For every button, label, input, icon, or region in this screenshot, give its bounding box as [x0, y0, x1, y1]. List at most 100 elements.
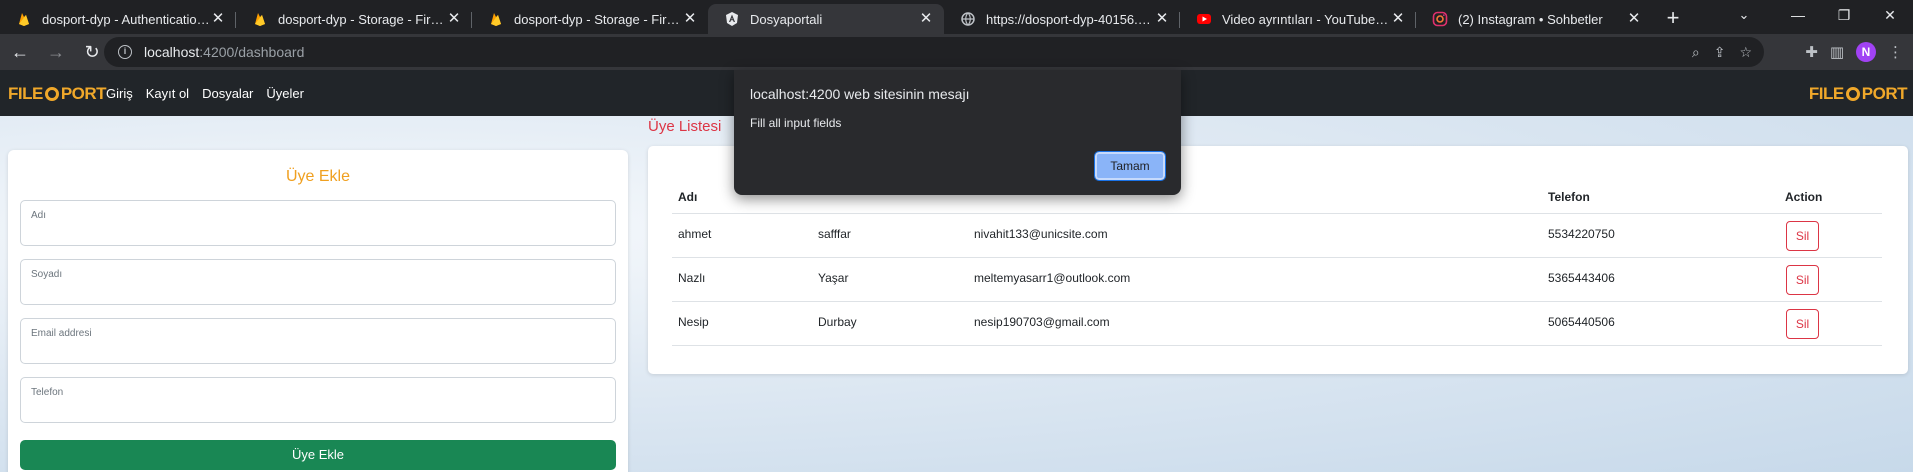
- angular-icon: [726, 12, 738, 26]
- tab-strip: dosport-dyp - Authentication - F ✕ dospo…: [0, 0, 1913, 34]
- close-icon[interactable]: ✕: [1390, 11, 1406, 27]
- phone-input-label: Telefon: [31, 387, 64, 398]
- table-row: Nesip Durbay nesip190703@gmail.com 50654…: [672, 302, 1882, 346]
- toolbar-right: ✚ ▥ N ⋮: [1805, 34, 1913, 70]
- email-input[interactable]: Email addresi: [20, 318, 616, 364]
- globe-icon: [961, 12, 975, 26]
- cell-email: nesip190703@gmail.com: [974, 315, 1110, 329]
- name-input[interactable]: Adı: [20, 200, 616, 246]
- alert-dialog: localhost:4200 web sitesinin mesajı Fill…: [734, 70, 1181, 195]
- dialog-message: Fill all input fields: [750, 116, 842, 130]
- header-action: Action: [1785, 190, 1823, 204]
- logo-text-file: FILE: [8, 84, 43, 103]
- nav-link-dosyalar[interactable]: Dosyalar: [202, 86, 253, 101]
- delete-button[interactable]: Sil: [1786, 265, 1819, 295]
- menu-kebab-icon[interactable]: ⋮: [1888, 43, 1903, 61]
- close-icon[interactable]: ✕: [918, 11, 934, 27]
- browser-tab-3[interactable]: Dosyaportali ✕: [708, 4, 944, 34]
- cell-email: meltemyasarr1@outlook.com: [974, 271, 1131, 285]
- add-member-title: Üye Ekle: [285, 168, 351, 185]
- logo-ring-icon: [1845, 87, 1860, 101]
- extensions-icon[interactable]: ✚: [1805, 43, 1818, 61]
- new-tab-button[interactable]: +: [1658, 4, 1688, 34]
- close-window-icon[interactable]: ✕: [1867, 0, 1913, 30]
- back-arrow-icon[interactable]: ←: [4, 36, 36, 68]
- omnibox-actions: ⌕ ⇪ ☆: [1692, 37, 1752, 67]
- member-table: Adı Telefon Action ahmet safffar nivahit…: [672, 176, 1882, 346]
- side-panel-icon[interactable]: ▥: [1830, 43, 1844, 61]
- fileport-logo-right: FILE PORT: [1808, 84, 1908, 104]
- table-row: ahmet safffar nivahit133@unicsite.com 55…: [672, 214, 1882, 258]
- browser-tab-2[interactable]: dosport-dyp - Storage - Firebase ✕: [472, 4, 708, 34]
- logo-text-port: PORT: [1861, 84, 1908, 103]
- cell-email: nivahit133@unicsite.com: [974, 227, 1108, 241]
- bookmark-star-icon[interactable]: ☆: [1739, 44, 1752, 61]
- chevron-down-icon[interactable]: ⌄: [1729, 2, 1759, 28]
- browser-tab-6[interactable]: (2) Instagram • Sohbetler ✕: [1416, 4, 1652, 34]
- logo-text-port: PORT: [60, 84, 107, 103]
- cell-soyad: safffar: [818, 227, 851, 241]
- delete-button[interactable]: Sil: [1786, 309, 1819, 339]
- cell-ad: ahmet: [678, 227, 712, 241]
- browser-tab-0[interactable]: dosport-dyp - Authentication - F ✕: [0, 4, 236, 34]
- browser-tab-title: Dosyaportali: [750, 11, 823, 27]
- zoom-icon[interactable]: ⌕: [1692, 44, 1700, 61]
- cell-soyad: Durbay: [818, 315, 857, 329]
- fileport-logo[interactable]: FILE PORT: [8, 84, 107, 104]
- surname-input-label: Soyadı: [31, 269, 63, 280]
- browser-tab-title: dosport-dyp - Authentication - F: [42, 11, 210, 27]
- browser-tab-title: dosport-dyp - Storage - Firebase: [514, 11, 682, 27]
- browser-tab-4[interactable]: https://dosport-dyp-40156.fireb ✕: [944, 4, 1180, 34]
- dialog-ok-button[interactable]: Tamam: [1094, 151, 1166, 181]
- profile-avatar[interactable]: N: [1856, 42, 1876, 62]
- youtube-icon: [1197, 14, 1211, 24]
- share-icon[interactable]: ⇪: [1714, 44, 1726, 61]
- browser-tab-1[interactable]: dosport-dyp - Storage - Firebase ✕: [236, 4, 472, 34]
- nav-link-giris[interactable]: Giriş: [106, 86, 133, 101]
- close-icon[interactable]: ✕: [1154, 11, 1170, 27]
- close-icon[interactable]: ✕: [1626, 11, 1642, 27]
- url-host: localhost: [144, 44, 200, 60]
- minimize-icon[interactable]: —: [1775, 0, 1821, 30]
- close-icon[interactable]: ✕: [446, 11, 462, 27]
- info-icon[interactable]: i: [118, 45, 132, 59]
- cell-telefon: 5534220750: [1548, 227, 1615, 241]
- logo-ring-icon: [44, 87, 59, 101]
- browser-tab-title: Video ayrıntıları - YouTube Studi: [1222, 11, 1390, 27]
- email-input-label: Email addresi: [31, 328, 92, 339]
- firebase-icon: [491, 13, 501, 26]
- browser-tab-5[interactable]: Video ayrıntıları - YouTube Studi ✕: [1180, 4, 1416, 34]
- browser-tab-title: https://dosport-dyp-40156.fireb: [986, 11, 1154, 27]
- instagram-icon: [1432, 11, 1448, 27]
- logo-text-file: FILE: [1808, 84, 1844, 103]
- name-input-label: Adı: [31, 210, 47, 221]
- url-text: localhost:4200/dashboard: [144, 44, 304, 60]
- browser-tab-title: dosport-dyp - Storage - Firebase: [278, 11, 446, 27]
- nav-link-kayit[interactable]: Kayıt ol: [146, 86, 189, 101]
- dialog-title: localhost:4200 web sitesinin mesajı: [750, 86, 970, 102]
- delete-button[interactable]: Sil: [1786, 221, 1819, 251]
- nav-links: Giriş Kayıt ol Dosyalar Üyeler: [106, 70, 304, 116]
- close-icon[interactable]: ✕: [682, 11, 698, 27]
- browser-tab-title: (2) Instagram • Sohbetler: [1458, 11, 1603, 27]
- firebase-icon: [255, 13, 265, 26]
- close-icon[interactable]: ✕: [210, 11, 226, 27]
- url-path: :4200/dashboard: [199, 44, 305, 60]
- nav-link-uyeler[interactable]: Üyeler: [266, 86, 304, 101]
- address-bar[interactable]: i localhost:4200/dashboard ⌕ ⇪ ☆: [104, 37, 1764, 67]
- member-list-title: Üye Listesi: [648, 118, 722, 135]
- browser-toolbar: ← → ↻ i localhost:4200/dashboard ⌕ ⇪ ☆ ✚…: [0, 34, 1913, 70]
- cell-telefon: 5065440506: [1548, 315, 1615, 329]
- cell-telefon: 5365443406: [1548, 271, 1615, 285]
- phone-input[interactable]: Telefon: [20, 377, 616, 423]
- add-member-button[interactable]: Üye Ekle: [20, 440, 616, 470]
- header-telefon: Telefon: [1548, 190, 1590, 204]
- surname-input[interactable]: Soyadı: [20, 259, 616, 305]
- table-row: Nazlı Yaşar meltemyasarr1@outlook.com 53…: [672, 258, 1882, 302]
- cell-soyad: Yaşar: [818, 271, 849, 285]
- restore-icon[interactable]: ❐: [1821, 0, 1867, 30]
- add-member-card: Üye Ekle Adı Soyadı Email addresi Telefo…: [8, 150, 628, 472]
- window-controls: — ❐ ✕: [1775, 0, 1913, 30]
- forward-arrow-icon[interactable]: →: [40, 36, 72, 68]
- header-ad: Adı: [678, 190, 698, 204]
